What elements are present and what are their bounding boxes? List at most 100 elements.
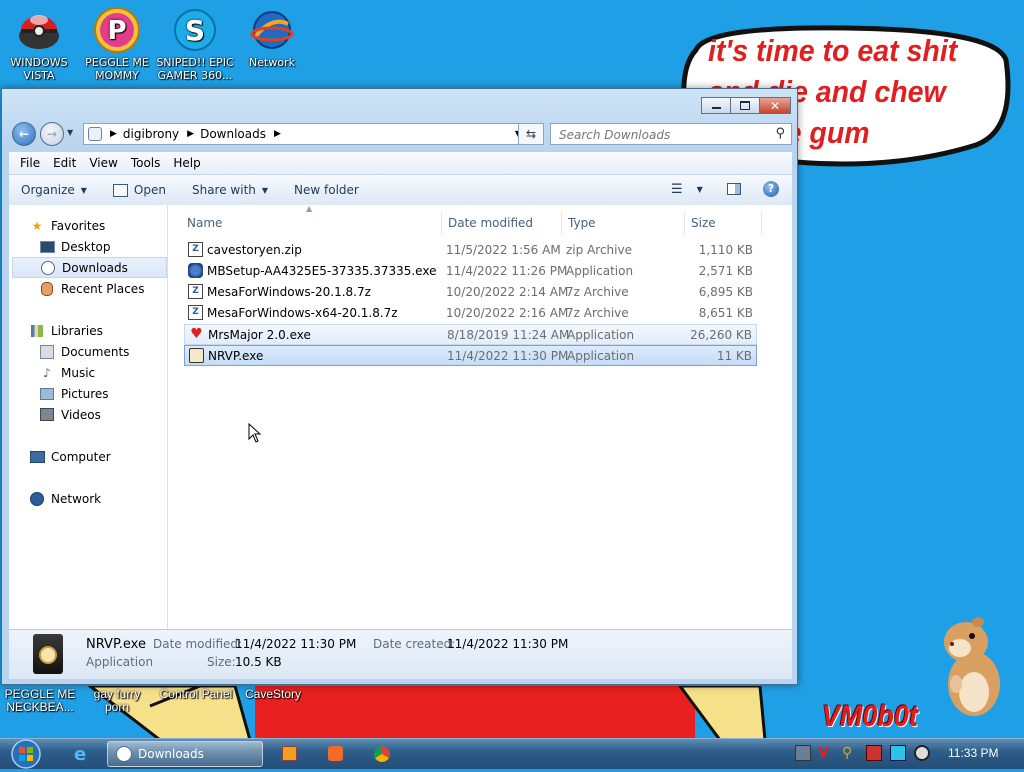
file-name: MrsMajor 2.0.exe [208, 328, 311, 342]
nav-libraries[interactable]: Libraries [29, 320, 166, 341]
menu-edit[interactable]: Edit [53, 156, 76, 170]
nav-favorites-label: Favorites [51, 218, 106, 233]
network-globe-icon [248, 6, 296, 54]
file-size: 6,895 KB [698, 285, 753, 299]
minimize-button[interactable] [701, 97, 731, 114]
chevron-down-icon: ▼ [80, 185, 87, 195]
tray-flag-icon[interactable] [866, 745, 882, 761]
menu-file[interactable]: File [20, 156, 40, 170]
tray-network-icon[interactable] [795, 745, 811, 761]
desktop-icon-control-panel[interactable]: Control Panel [156, 688, 236, 701]
breadcrumb-downloads[interactable]: Downloads [200, 127, 266, 141]
desktop-icon-network[interactable]: Network [232, 6, 312, 69]
peggle-icon: P [93, 6, 141, 54]
menu-view[interactable]: View [89, 156, 117, 170]
menu-tools[interactable]: Tools [131, 156, 161, 170]
breadcrumb-digibrony[interactable]: digibrony [123, 127, 179, 141]
nav-music[interactable]: ♪ Music [39, 362, 166, 383]
refresh-button[interactable]: ⇆ [518, 123, 544, 145]
file-date: 11/5/2022 1:56 AM [446, 243, 561, 257]
view-options-button[interactable]: ☰ ▼ [671, 182, 703, 197]
back-button[interactable]: ← [12, 122, 36, 146]
taskbar-media-player[interactable] [274, 741, 306, 767]
address-bar[interactable]: ▶ digibrony ▶ Downloads ▶ ▼ [83, 123, 528, 145]
column-header-date-modified[interactable]: Date modified [441, 211, 562, 235]
nav-favorites[interactable]: ★ Favorites [29, 215, 166, 236]
file-date: 11/4/2022 11:26 PM [446, 264, 568, 278]
search-input[interactable] [557, 125, 761, 145]
column-header-size[interactable]: Size [684, 211, 762, 235]
archive-icon: Z [188, 305, 203, 320]
file-row[interactable]: Z MesaForWindows-20.1.8.7z 10/20/2022 2:… [184, 282, 757, 303]
tray-volume-icon[interactable] [914, 745, 930, 761]
menu-bar: File Edit View Tools Help [9, 152, 792, 175]
chevron-down-icon: ▼ [261, 185, 269, 195]
preview-pane-button[interactable] [727, 183, 741, 195]
details-pane: NRVP.exe Application Date modified: 11/4… [9, 629, 792, 679]
windows-logo-icon [11, 739, 41, 769]
menu-help[interactable]: Help [173, 156, 200, 170]
tray-v-icon[interactable]: V [818, 745, 834, 761]
desktop-icon-bottom-2[interactable]: gay furry porn [84, 688, 150, 714]
file-row[interactable]: MBSetup-AA4325E5-37335.37335.exe 11/4/20… [184, 261, 757, 282]
file-row[interactable]: Z MesaForWindows-x64-20.1.8.7z 10/20/202… [184, 303, 757, 324]
nav-recent-places[interactable]: Recent Places [39, 278, 166, 299]
nav-desktop[interactable]: Desktop [39, 236, 166, 257]
forward-button[interactable]: → [40, 122, 64, 146]
clock-app-icon [189, 348, 204, 363]
file-name: MBSetup-AA4325E5-37335.37335.exe [207, 264, 437, 278]
pokeball-icon [15, 6, 63, 54]
new-folder-label: New folder [294, 183, 359, 197]
tray-monitor-icon[interactable] [890, 745, 906, 761]
recent-places-icon [39, 281, 55, 297]
desktop-icon-sniped[interactable]: S SNIPED!! EPIC GAMER 360... [155, 6, 235, 82]
forward-arrow-icon: → [46, 127, 58, 141]
file-row-selected[interactable]: NRVP.exe 11/4/2022 11:30 PM Application … [184, 345, 757, 366]
file-type: zip Archive [566, 243, 632, 257]
taskbar-explorer-downloads[interactable]: Downloads [107, 741, 263, 767]
explorer-window[interactable]: ✕ ← → ▼ ▶ digibrony ▶ Downloads ▶ ▼ ⇆ ⚲ … [1, 88, 798, 685]
organize-button[interactable]: Organize ▼ [21, 183, 87, 197]
minimize-icon [711, 107, 721, 109]
help-button[interactable]: ? [763, 181, 779, 197]
downloads-folder-icon [40, 260, 56, 276]
taskbar-ie-button[interactable]: e [66, 741, 98, 767]
nav-pictures[interactable]: Pictures [39, 383, 166, 404]
close-button[interactable]: ✕ [759, 97, 791, 114]
nav-network[interactable]: Network [29, 488, 166, 509]
column-header-name[interactable]: Name [180, 211, 442, 235]
open-button[interactable]: Open [112, 183, 166, 197]
start-button[interactable] [4, 739, 44, 769]
file-row[interactable]: Z cavestoryen.zip 11/5/2022 1:56 AM zip … [184, 240, 757, 261]
column-header-type[interactable]: Type [561, 211, 685, 235]
details-date-created: 11/4/2022 11:30 PM [447, 637, 569, 651]
taskbar-clock[interactable]: 11:33 PM [948, 746, 998, 760]
file-size: 2,571 KB [698, 264, 753, 278]
search-box[interactable]: ⚲ [550, 123, 792, 145]
desktop-icon-cavestory[interactable]: CaveStory [240, 688, 306, 701]
desktop-icon-peggle-me-mommy[interactable]: P PEGGLE ME MOMMY [77, 6, 157, 82]
taskbar-app-2[interactable] [320, 741, 352, 767]
breadcrumb-separator-icon: ▶ [274, 129, 281, 139]
nav-documents[interactable]: Documents [39, 341, 166, 362]
restore-icon [740, 101, 750, 110]
history-dropdown-icon[interactable]: ▼ [67, 128, 73, 137]
tray-search-icon[interactable]: ⚲ [842, 745, 858, 761]
details-size-label: Size: [207, 655, 236, 669]
navigation-pane: ★ Favorites Desktop Downloads Recent Plac… [9, 205, 168, 629]
desktop-icon-peggle-neckbeard[interactable]: PEGGLE ME NECKBEA... [2, 688, 78, 714]
nav-documents-label: Documents [61, 344, 130, 359]
maximize-button[interactable] [730, 97, 760, 114]
column-type-label: Type [568, 216, 596, 230]
nav-computer[interactable]: Computer [29, 446, 166, 467]
share-with-button[interactable]: Share with ▼ [192, 183, 268, 197]
desktop-icon-label: WINDOWS VISTA [10, 56, 68, 82]
nav-downloads[interactable]: Downloads [12, 257, 167, 278]
file-row[interactable]: ♥ MrsMajor 2.0.exe 8/18/2019 11:24 AM Ap… [184, 324, 757, 345]
nav-videos[interactable]: Videos [39, 404, 166, 425]
details-date-modified: 11/4/2022 11:30 PM [235, 637, 357, 651]
desktop-icon-windows-vista[interactable]: WINDOWS VISTA [0, 6, 79, 82]
new-folder-button[interactable]: New folder [294, 183, 359, 197]
search-icon[interactable]: ⚲ [775, 126, 785, 141]
taskbar-chrome[interactable] [366, 741, 398, 767]
